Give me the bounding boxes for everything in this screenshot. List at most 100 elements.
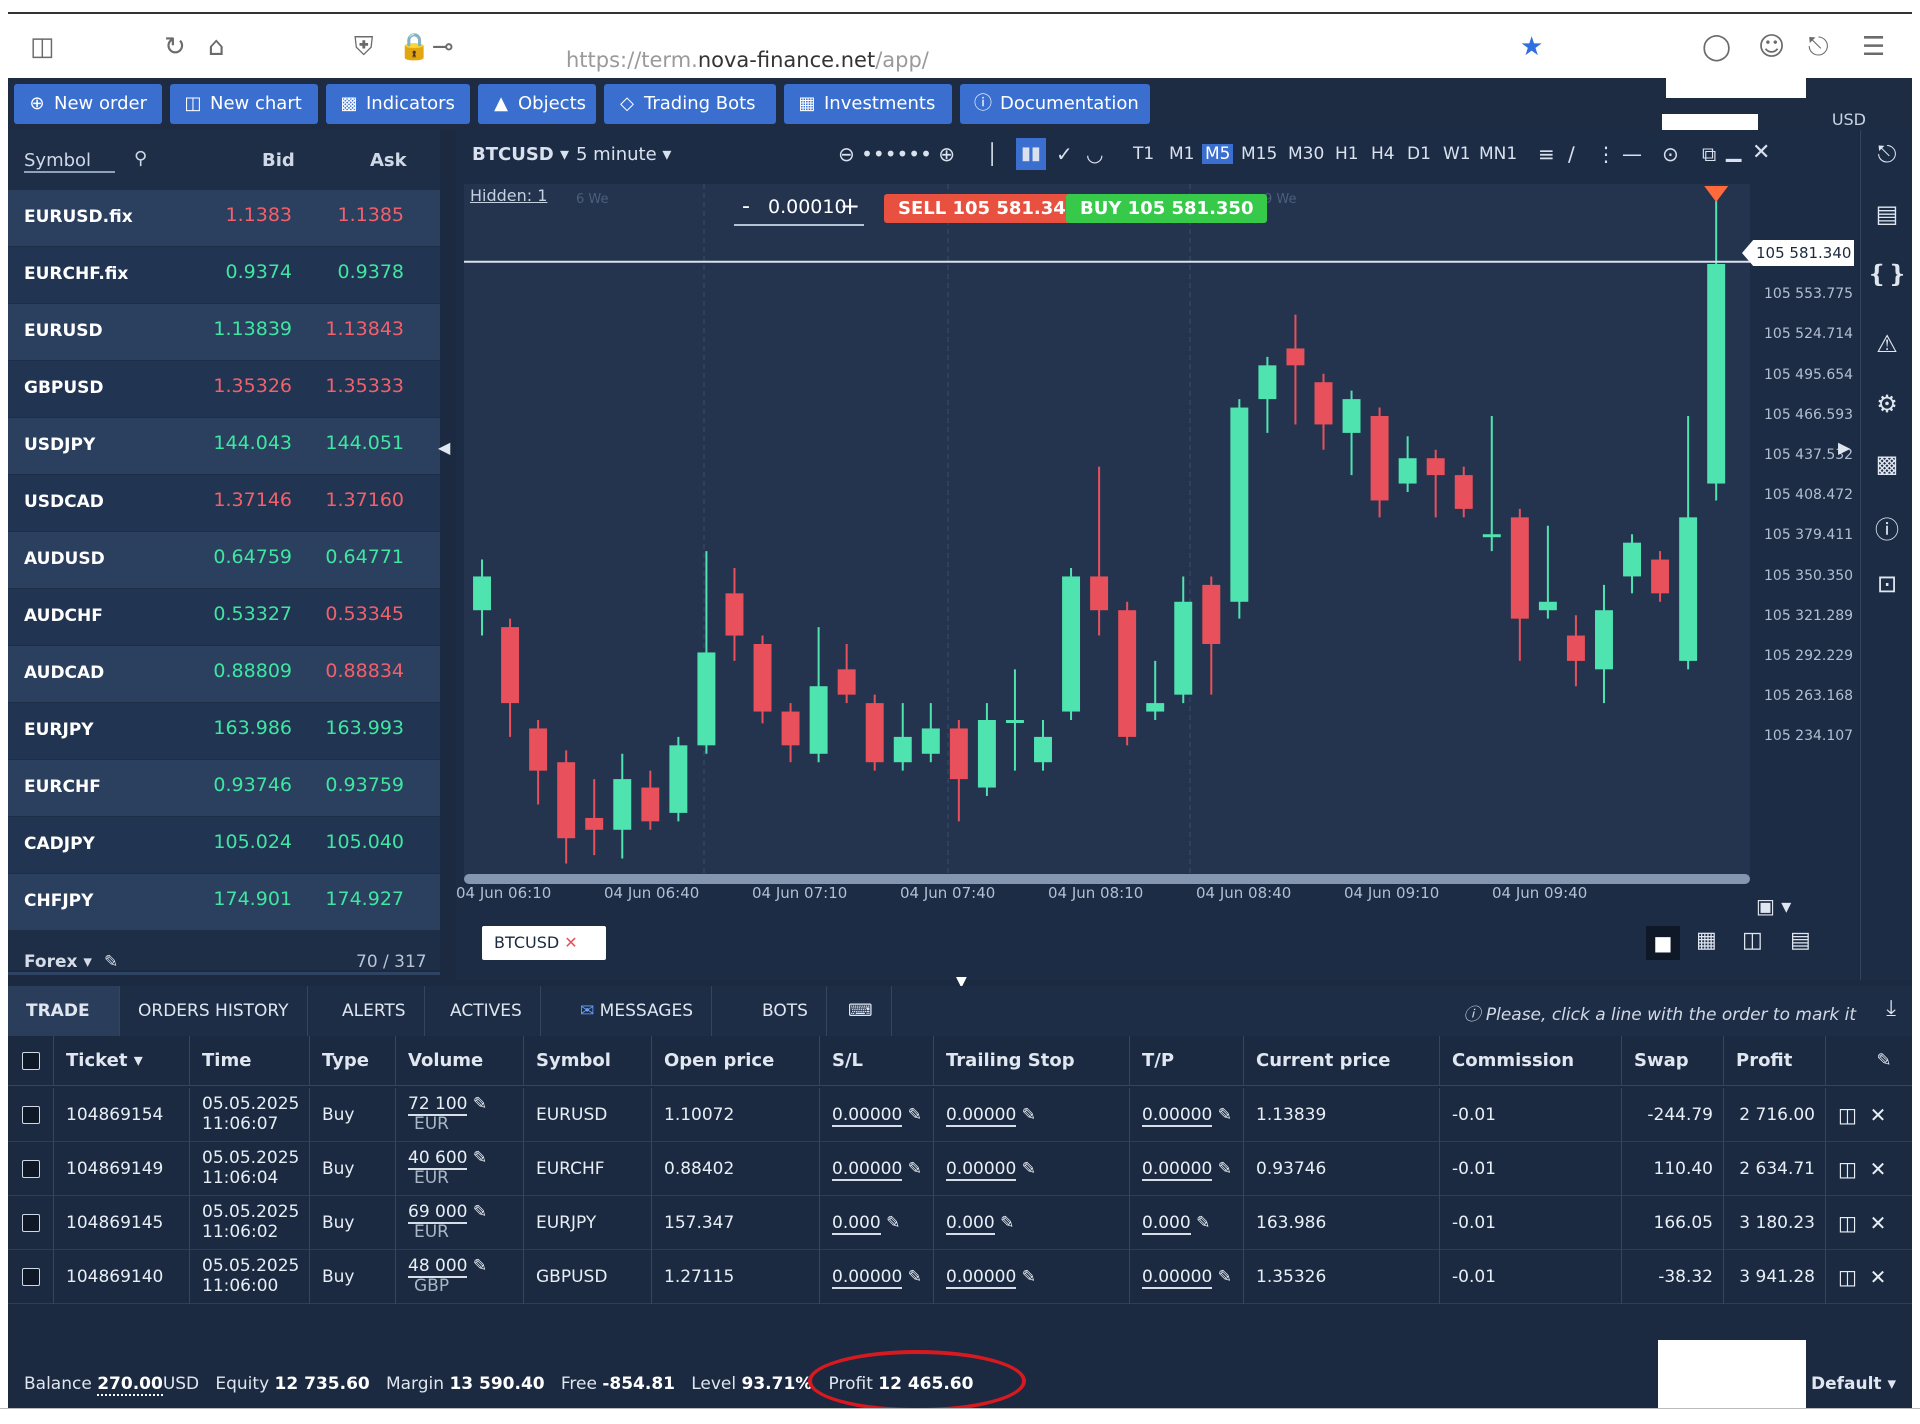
edit-pencil-icon[interactable]: ✎ (473, 1148, 487, 1168)
order-tp[interactable]: 0.00000 ✎ (1130, 1142, 1244, 1196)
edit-pencil-icon[interactable]: ✎ (473, 1202, 487, 1222)
settings-gear-icon[interactable]: ⚙ (1861, 390, 1913, 418)
checkbox[interactable] (22, 1268, 40, 1286)
order-sl[interactable]: 0.00000 ✎ (820, 1142, 934, 1196)
tab-messages[interactable]: ✉ MESSAGES (562, 986, 712, 1036)
tab-alerts[interactable]: ALERTS (324, 986, 425, 1036)
partial-close-icon[interactable]: ◫ (1838, 1103, 1857, 1127)
trailing-stop-value[interactable]: 0.00000 (946, 1105, 1017, 1127)
row-select[interactable] (8, 1250, 54, 1304)
pocket-icon[interactable]: ◯ (1702, 32, 1731, 62)
header-swap[interactable]: Swap (1622, 1036, 1724, 1085)
order-trailing-stop[interactable]: 0.00000 ✎ (934, 1088, 1130, 1142)
edit-pencil-icon[interactable]: ✎ (1218, 1105, 1232, 1125)
price-axis[interactable]: 105 611.896105 524.714105 495.654105 466… (1750, 180, 1858, 880)
sl-value[interactable]: 0.00000 (832, 1159, 903, 1181)
drawing-tools-icon[interactable]: ≡ (1538, 142, 1555, 166)
key-icon[interactable]: ⊸ (432, 32, 454, 62)
new-order-button[interactable]: ⊕ New order (14, 84, 162, 124)
trailing-stop-value[interactable]: 0.00000 (946, 1159, 1017, 1181)
info-icon[interactable]: ⓘ (1861, 510, 1913, 545)
row-select[interactable] (8, 1088, 54, 1142)
header-tp[interactable]: T/P (1130, 1036, 1244, 1085)
tab-trade[interactable]: TRADE (8, 986, 120, 1036)
order-row[interactable]: 104869145 05.05.2025 11:06:02 Buy 69 000 ✎ EU… (8, 1196, 1912, 1250)
volume-value[interactable]: 48 000 (408, 1256, 468, 1278)
edit-columns-icon[interactable]: ✎ (1826, 1036, 1912, 1085)
partial-close-icon[interactable]: ◫ (1838, 1265, 1857, 1289)
checkbox[interactable] (22, 1106, 40, 1124)
eraser-icon[interactable]: ⎋ (1861, 140, 1913, 168)
timeframe-d1[interactable]: D1 (1404, 144, 1434, 164)
volume-value[interactable]: 69 000 (408, 1202, 468, 1224)
order-tp[interactable]: 0.000 ✎ (1130, 1196, 1244, 1250)
close-order-icon[interactable]: ✕ (1870, 1103, 1887, 1127)
header-ticket[interactable]: Ticket ▾ (54, 1036, 190, 1085)
chart-scrollbar[interactable] (464, 874, 1750, 884)
popout-icon[interactable]: ⧉ (1702, 142, 1716, 166)
tp-value[interactable]: 0.00000 (1142, 1159, 1213, 1181)
volume-value[interactable]: 72 100 (408, 1094, 468, 1116)
timeframe-h1[interactable]: H1 (1332, 144, 1362, 164)
edit-pencil-icon[interactable]: ✎ (1196, 1213, 1210, 1233)
edit-pencil-icon[interactable]: ✎ (473, 1256, 487, 1276)
order-sl[interactable]: 0.000 ✎ (820, 1196, 934, 1250)
watchlist-row[interactable]: CADJPY 105.024 105.040 (8, 817, 440, 873)
plot-area[interactable] (464, 184, 1750, 878)
timeframe-t1[interactable]: T1 (1130, 144, 1157, 164)
edit-pencil-icon[interactable]: ✎ (1218, 1159, 1232, 1179)
interval-select[interactable]: 5 minute ▾ (576, 144, 671, 165)
indicators-button[interactable]: ▩ Indicators (326, 84, 470, 124)
order-volume[interactable]: 72 100 ✎ EUR (396, 1088, 524, 1142)
tab-bots[interactable]: BOTS (744, 986, 827, 1036)
tab-actives[interactable]: ACTIVES (432, 986, 541, 1036)
objects-button[interactable]: ▲ Objects (478, 84, 596, 124)
order-tp[interactable]: 0.00000 ✎ (1130, 1088, 1244, 1142)
header-commission[interactable]: Commission (1440, 1036, 1622, 1085)
buy-button[interactable]: BUY 105 581.350 (1066, 194, 1268, 223)
address-bar[interactable]: https://term.nova-finance.net/app/ (566, 48, 929, 72)
layout-grid-icon[interactable]: ▦ (1696, 928, 1717, 953)
order-volume[interactable]: 69 000 ✎ EUR (396, 1196, 524, 1250)
watchlist-row[interactable]: EURUSD.fix 1.1383 1.1385 (8, 190, 440, 246)
timeframe-m30[interactable]: M30 (1285, 144, 1327, 164)
chart-tab-btcusd[interactable]: BTCUSD ✕ (482, 926, 606, 960)
tab-orders-history[interactable]: ORDERS HISTORY (120, 986, 308, 1036)
hidden-objects-link[interactable]: Hidden: 1 (470, 186, 547, 205)
header-type[interactable]: Type (310, 1036, 396, 1085)
close-order-icon[interactable]: ✕ (1870, 1265, 1887, 1289)
row-select[interactable] (8, 1196, 54, 1250)
select-all-checkbox[interactable] (8, 1036, 54, 1085)
sl-value[interactable]: 0.00000 (832, 1105, 903, 1127)
header-open-price[interactable]: Open price (652, 1036, 820, 1085)
edit-pencil-icon[interactable]: ✎ (104, 952, 118, 972)
order-tp[interactable]: 0.00000 ✎ (1130, 1250, 1244, 1304)
crosshair-icon[interactable]: ⊙ (1662, 142, 1679, 166)
watchlist-row[interactable]: GBPUSD 1.35326 1.35333 (8, 361, 440, 417)
header-current-price[interactable]: Current price (1244, 1036, 1440, 1085)
balance-value[interactable]: 270.00 (97, 1374, 163, 1396)
header-symbol[interactable]: Symbol (524, 1036, 652, 1085)
watchlist-row[interactable]: EURCHF 0.93746 0.93759 (8, 760, 440, 816)
news-icon[interactable]: ▤ (1861, 200, 1913, 228)
bar-chart-type-icon[interactable]: │ (986, 142, 998, 166)
timeframe-h4[interactable]: H4 (1368, 144, 1398, 164)
trailing-stop-value[interactable]: 0.00000 (946, 1267, 1017, 1289)
header-profit[interactable]: Profit (1724, 1036, 1826, 1085)
close-order-icon[interactable]: ✕ (1870, 1157, 1887, 1181)
edit-pencil-icon[interactable]: ✎ (1218, 1267, 1232, 1287)
minimize-icon[interactable]: ▁ (1726, 138, 1741, 162)
watchlist-row[interactable]: EURCHF.fix 0.9374 0.9378 (8, 247, 440, 303)
watchlist-row[interactable]: USDJPY 144.043 144.051 (8, 418, 440, 474)
bid-column-header[interactable]: Bid (262, 150, 295, 171)
close-order-icon[interactable]: ✕ (1870, 1211, 1887, 1235)
tp-value[interactable]: 0.000 (1142, 1213, 1191, 1235)
header-volume[interactable]: Volume (396, 1036, 524, 1085)
header-sl[interactable]: S/L (820, 1036, 934, 1085)
edit-pencil-icon[interactable]: ✎ (473, 1094, 487, 1114)
layout-rows-icon[interactable]: ▤ (1790, 928, 1811, 953)
order-row[interactable]: 104869149 05.05.2025 11:06:04 Buy 40 600 ✎ EU… (8, 1142, 1912, 1196)
order-volume[interactable]: 40 600 ✎ EUR (396, 1142, 524, 1196)
time-axis[interactable]: 04 Jun 06:10 04 Jun 06:40 04 Jun 07:10 04 J… (456, 882, 1746, 908)
group-select[interactable]: Forex ▾ (24, 952, 92, 972)
